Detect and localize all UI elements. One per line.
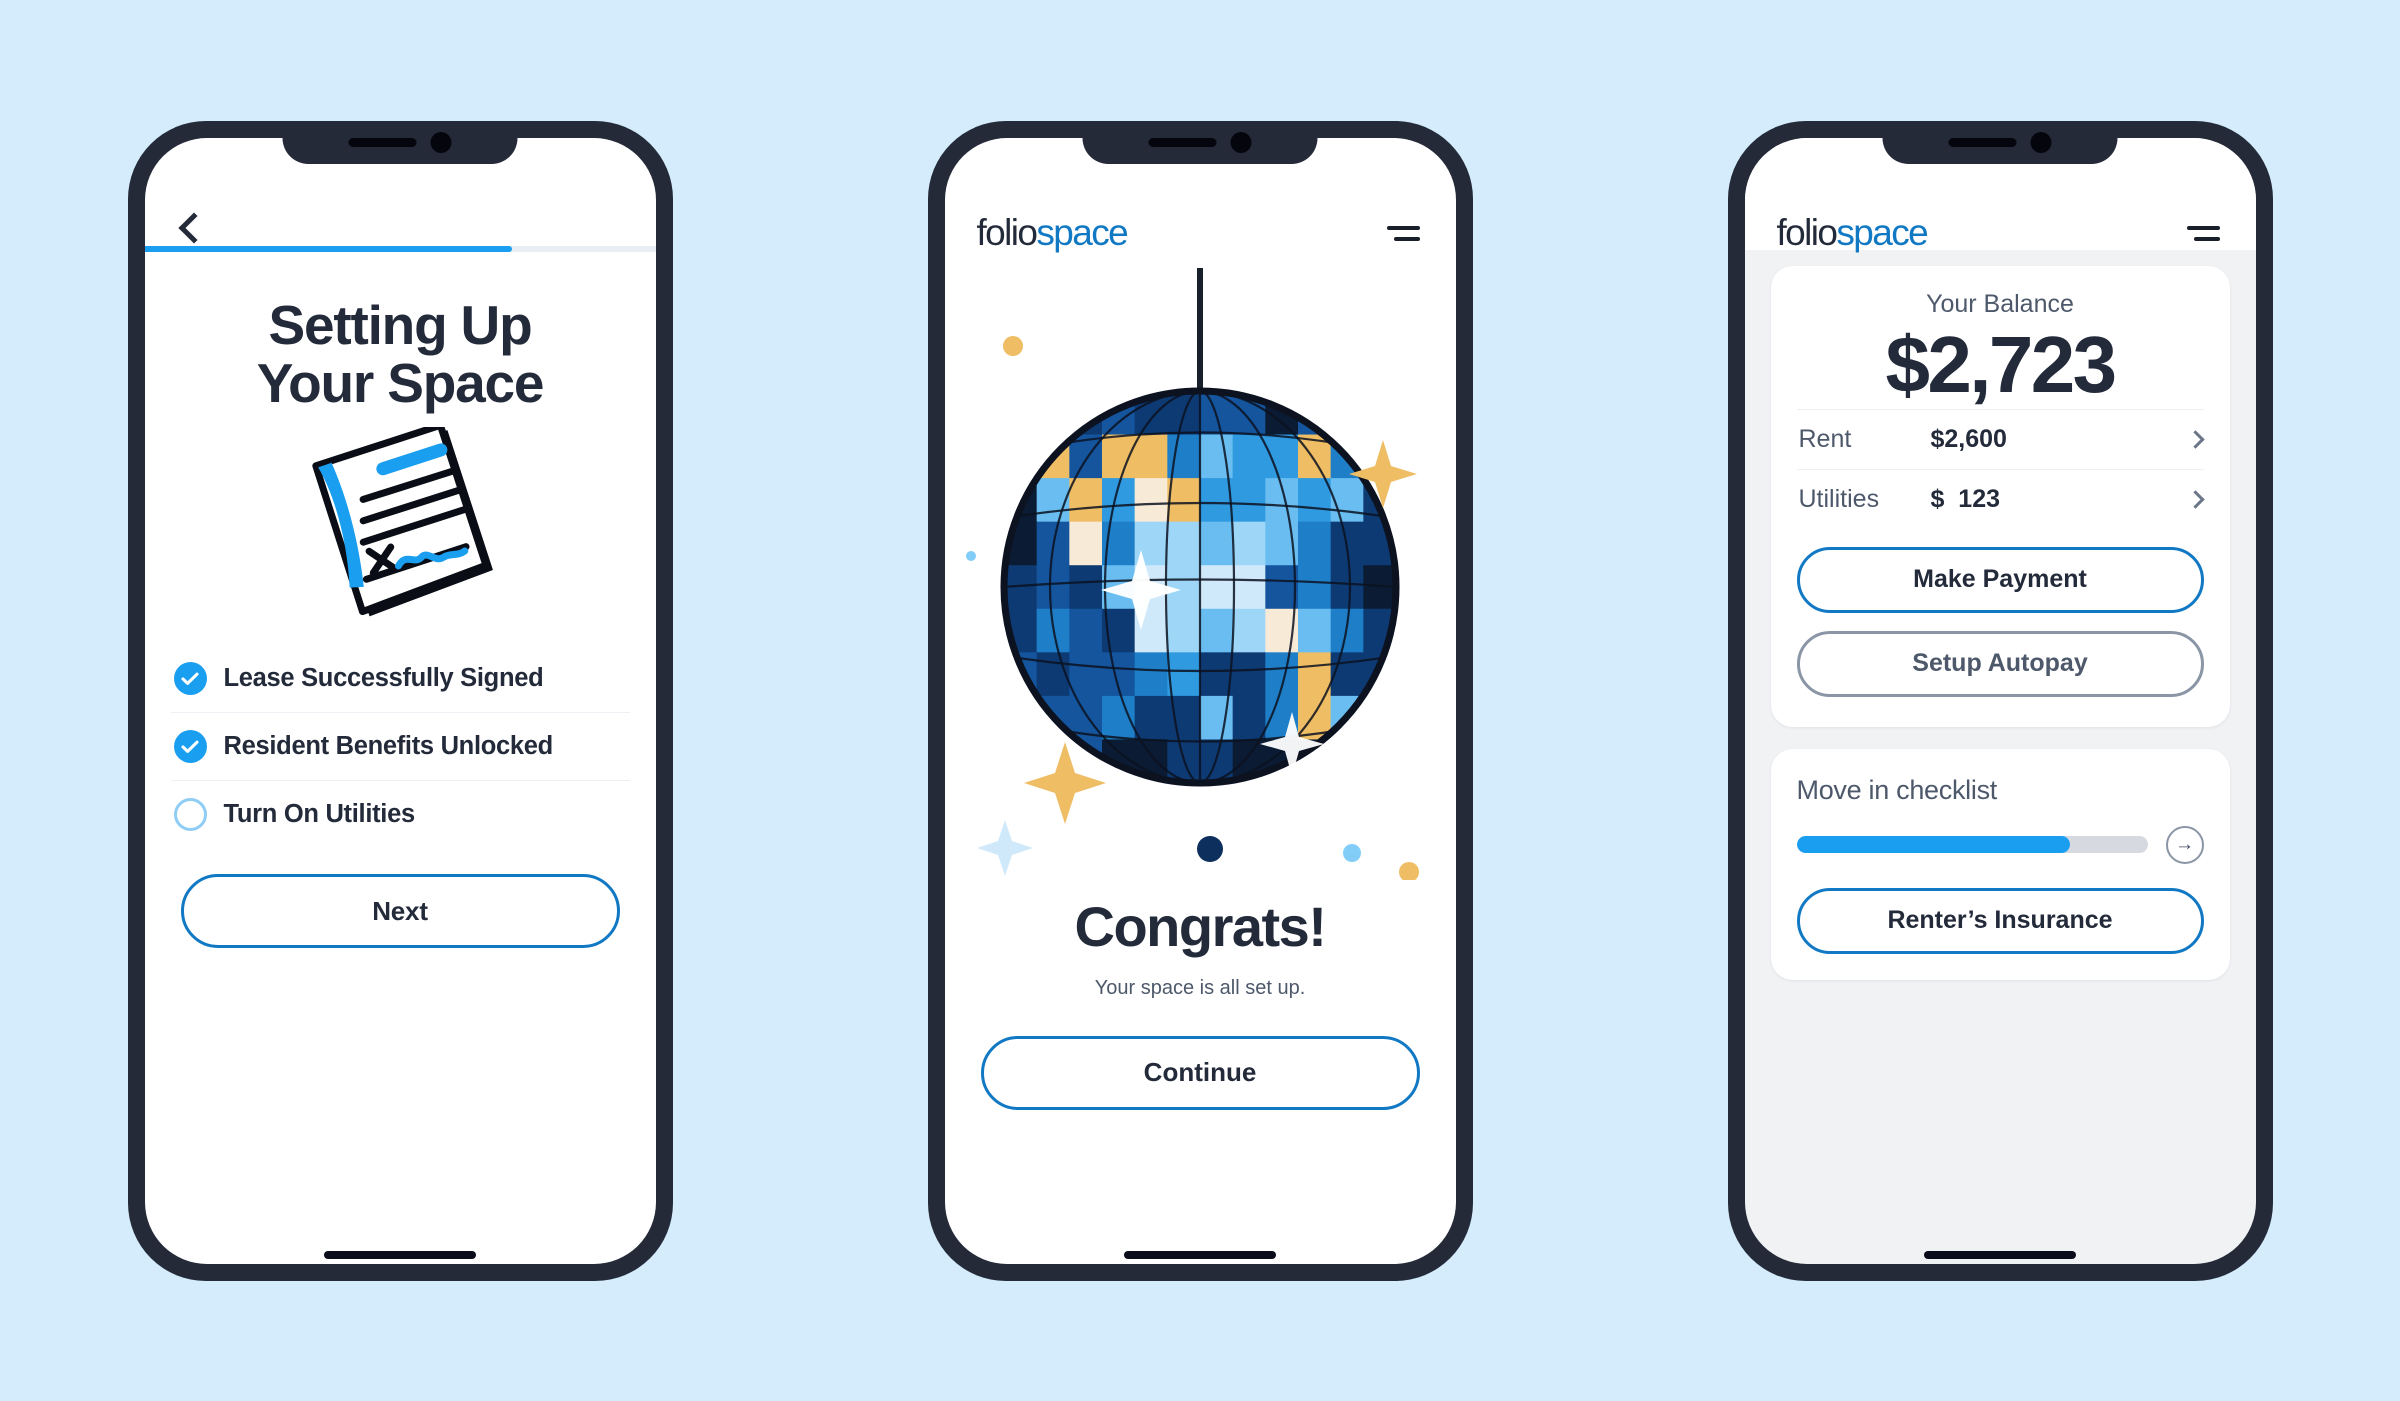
balance-amount: $2,723 xyxy=(1885,319,2117,409)
brand-logo-space: space xyxy=(1836,212,1928,253)
phone-notch xyxy=(1882,120,2118,164)
hamburger-line xyxy=(1386,225,1420,230)
brand-logo-space: space xyxy=(1036,212,1128,253)
notch-speaker xyxy=(1948,137,2017,147)
screen-dashboard: foliospace Your Balance $2,723 Rent $2,60… xyxy=(1744,137,2256,1264)
brand-logo-folio: folio xyxy=(976,212,1038,253)
empty-circle-icon xyxy=(173,798,207,832)
hamburger-line xyxy=(1393,236,1420,241)
checklist-item[interactable]: Turn On Utilities xyxy=(171,781,630,848)
brand-logo[interactable]: foliospace xyxy=(976,212,1129,254)
hamburger-menu-icon[interactable] xyxy=(1383,222,1424,245)
chevron-left-icon xyxy=(177,211,210,244)
onboarding-progress-bar xyxy=(144,245,656,252)
congrats-subtitle: Your space is all set up. xyxy=(1094,976,1306,999)
move-in-checklist-title: Move in checklist xyxy=(1796,774,1998,805)
screen-congrats: foliospace Congrats! Your space is all s… xyxy=(944,137,1456,1264)
disco-ball-icon xyxy=(965,267,1419,882)
balance-line-items: Rent $2,600 Utilities $ 123 xyxy=(1796,408,2205,529)
chevron-right-icon[interactable] xyxy=(2185,489,2205,509)
congrats-heading: Congrats! xyxy=(1074,894,1327,958)
balance-card: Your Balance $2,723 Rent $2,600 Utilities $… xyxy=(1770,265,2230,727)
chevron-right-icon[interactable] xyxy=(2185,429,2205,449)
arrow-right-circle-icon[interactable]: → xyxy=(2165,825,2204,864)
home-indicator xyxy=(1924,1250,2076,1259)
balance-line-label: Rent xyxy=(1798,424,1852,453)
checklist-item-label: Resident Benefits Unlocked xyxy=(223,732,554,761)
balance-line-label: Utilities xyxy=(1798,484,1880,513)
checklist-item[interactable]: Resident Benefits Unlocked xyxy=(170,713,630,782)
screenshot-stage: Setting Up Your Space Lease Successfully… xyxy=(0,0,2400,1401)
move-in-progress-bar[interactable] xyxy=(1796,836,2148,853)
continue-button[interactable]: Continue xyxy=(980,1035,1420,1110)
phone-mockup-dashboard: foliospace Your Balance $2,723 Rent $2,60… xyxy=(1727,120,2273,1281)
onboarding-progress-fill xyxy=(144,245,513,252)
page-title-line2: Your Space xyxy=(256,352,545,415)
setup-autopay-button[interactable]: Setup Autopay xyxy=(1796,630,2204,697)
notch-speaker xyxy=(348,137,417,147)
move-in-progress-fill xyxy=(1796,836,2071,853)
make-payment-button[interactable]: Make Payment xyxy=(1796,546,2204,613)
notch-camera xyxy=(2030,131,2052,153)
decor-dot-navy xyxy=(1196,835,1223,862)
notch-camera xyxy=(430,131,452,153)
screen-setting-up-space: Setting Up Your Space Lease Successfully… xyxy=(144,137,656,1264)
checklist-item-label: Turn On Utilities xyxy=(223,800,416,829)
signed-lease-document-icon xyxy=(312,427,493,617)
hamburger-line xyxy=(2193,236,2220,241)
home-indicator xyxy=(324,1250,476,1259)
page-title-line1: Setting Up xyxy=(268,293,533,356)
phone-notch xyxy=(1082,120,1318,164)
renters-insurance-button[interactable]: Renter’s Insurance xyxy=(1796,887,2204,954)
phone-mockup-onboarding: Setting Up Your Space Lease Successfully… xyxy=(127,120,673,1281)
brand-logo[interactable]: foliospace xyxy=(1776,212,1929,254)
balance-line-row[interactable]: Utilities $ 123 xyxy=(1796,468,2205,529)
check-circle-icon xyxy=(173,662,207,696)
checklist-item[interactable]: Lease Successfully Signed xyxy=(170,645,630,714)
hamburger-line xyxy=(2186,225,2220,230)
move-in-progress-row: → xyxy=(1796,825,2204,864)
sparkle-blue xyxy=(976,819,1033,876)
balance-line-value: $2,600 xyxy=(1930,424,2007,453)
notch-camera xyxy=(1230,131,1252,153)
notch-speaker xyxy=(1148,137,1217,147)
congrats-illustration-area xyxy=(945,250,1456,882)
checklist-item-label: Lease Successfully Signed xyxy=(223,664,544,693)
hamburger-menu-icon[interactable] xyxy=(2183,222,2224,245)
next-button[interactable]: Next xyxy=(180,874,620,949)
phone-mockup-congrats: foliospace Congrats! Your space is all s… xyxy=(927,120,1473,1281)
phone-notch xyxy=(282,120,518,164)
home-indicator xyxy=(1124,1250,1276,1259)
balance-line-row[interactable]: Rent $2,600 xyxy=(1796,408,2205,469)
move-in-checklist-card: Move in checklist → Renter’s Insurance xyxy=(1770,748,2230,980)
balance-line-value: $ 123 xyxy=(1930,484,2001,513)
check-circle-icon xyxy=(173,730,207,764)
balance-label: Your Balance xyxy=(1926,289,2074,318)
setup-checklist: Lease Successfully Signed Resident Benefi… xyxy=(145,645,656,848)
brand-logo-folio: folio xyxy=(1776,212,1838,253)
page-title: Setting Up Your Space xyxy=(145,293,656,415)
